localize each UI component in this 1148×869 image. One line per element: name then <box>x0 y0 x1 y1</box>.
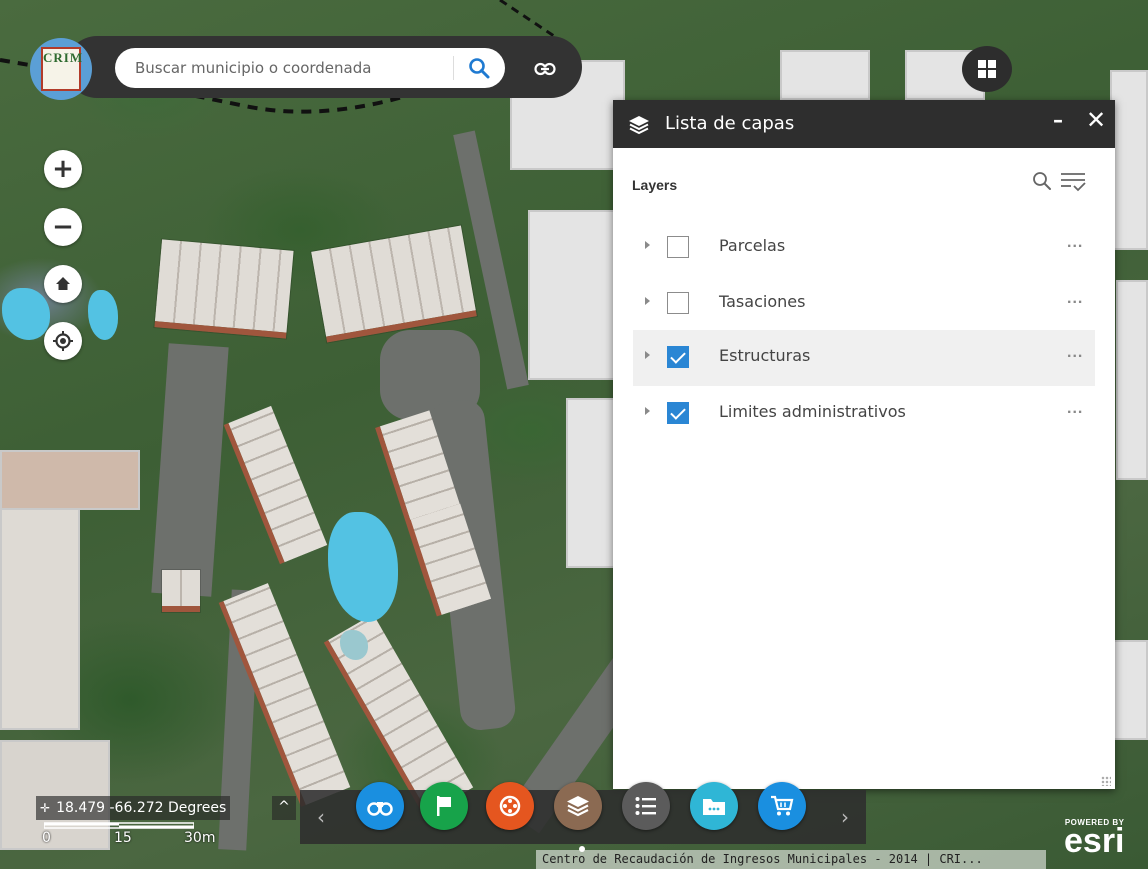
cart-icon <box>771 795 794 816</box>
expand-caret-icon[interactable] <box>645 241 650 249</box>
search-divider <box>453 56 454 80</box>
layer-row-estructuras[interactable]: Estructuras ... <box>633 330 1095 386</box>
search-icon[interactable] <box>1031 170 1053 192</box>
esri-logo[interactable]: POWERED BY esri <box>1064 818 1125 860</box>
locate-button[interactable] <box>44 322 82 360</box>
scale-label-start: 0 <box>42 830 51 846</box>
media-button[interactable] <box>486 782 534 830</box>
legend-button[interactable] <box>622 782 670 830</box>
list-icon <box>635 797 656 815</box>
layers-toolbar <box>1031 170 1087 194</box>
panel-header: Lista de capas – ✕ <box>613 100 1115 148</box>
bookmark-flag-button[interactable] <box>420 782 468 830</box>
layers-icon <box>627 114 651 141</box>
filter-list-icon[interactable] <box>1059 170 1087 194</box>
close-button[interactable]: ✕ <box>1083 106 1109 136</box>
layer-name: Limites administrativos <box>719 402 906 421</box>
search-icon <box>469 58 490 79</box>
layer-checkbox[interactable] <box>667 292 689 314</box>
locate-icon <box>53 331 73 351</box>
layer-list-panel: Lista de capas – ✕ Layers Parcelas ... T… <box>613 100 1115 789</box>
folder-icon <box>703 799 725 815</box>
crim-logo[interactable]: CRIM <box>30 38 92 100</box>
shopping-cart-button[interactable] <box>758 782 806 830</box>
layer-more-options[interactable]: ... <box>1067 344 1083 362</box>
expand-caret-icon[interactable] <box>645 407 650 415</box>
layer-checkbox[interactable] <box>667 402 689 424</box>
binoculars-button[interactable] <box>356 782 404 830</box>
file-folder-button[interactable] <box>690 782 738 830</box>
layer-row-tasaciones[interactable]: Tasaciones ... <box>633 276 1095 332</box>
expand-caret-icon[interactable] <box>645 351 650 359</box>
search-button[interactable] <box>463 52 495 84</box>
layer-more-options[interactable]: ... <box>1067 234 1083 252</box>
link-icon <box>534 62 556 76</box>
scale-bar <box>44 822 194 829</box>
coordinate-toggle-button[interactable]: ^ <box>272 796 296 820</box>
coordinate-text: 18.479 -66.272 Degrees <box>56 800 227 816</box>
logo-mark: CRIM <box>41 47 82 91</box>
search-box <box>115 48 505 88</box>
share-link-button[interactable] <box>526 50 564 88</box>
layer-row-parcelas[interactable]: Parcelas ... <box>633 220 1095 276</box>
panel-title: Lista de capas <box>665 113 795 134</box>
layer-checkbox[interactable] <box>667 346 689 368</box>
binoculars-icon <box>367 802 393 816</box>
coordinate-readout: ✛ 18.479 -66.272 Degrees <box>36 796 231 820</box>
layer-checkbox[interactable] <box>667 236 689 258</box>
scale-label-end: 30m <box>184 830 216 846</box>
zoom-out-button[interactable]: − <box>44 208 82 246</box>
scale-label-mid: 15 <box>114 830 132 846</box>
toolbar-next-button[interactable]: › <box>824 790 866 844</box>
grid-icon <box>978 60 996 78</box>
flag-icon <box>437 796 451 816</box>
layer-name: Tasaciones <box>719 292 806 311</box>
search-input[interactable] <box>135 48 455 88</box>
map-attribution: Centro de Recaudación de Ingresos Munici… <box>536 850 1046 869</box>
home-icon <box>56 277 70 290</box>
layer-name: Parcelas <box>719 236 786 255</box>
layers-section-label: Layers <box>632 177 678 193</box>
toolbar-prev-button[interactable]: ‹ <box>300 790 342 844</box>
apps-grid-button[interactable] <box>962 46 1012 92</box>
layer-more-options[interactable]: ... <box>1067 400 1083 418</box>
film-reel-icon <box>499 795 521 817</box>
crosshair-icon: ✛ <box>40 801 51 815</box>
minimize-button[interactable]: – <box>1047 108 1069 136</box>
zoom-in-button[interactable]: + <box>44 150 82 188</box>
resize-handle[interactable] <box>1101 776 1111 786</box>
esri-wordmark: esri <box>1064 822 1125 860</box>
layer-name: Estructuras <box>719 346 811 365</box>
layer-list-button[interactable] <box>554 782 602 830</box>
layer-more-options[interactable]: ... <box>1067 290 1083 308</box>
layer-row-limites-administrativos[interactable]: Limites administrativos ... <box>633 386 1095 442</box>
home-button[interactable] <box>44 265 82 303</box>
expand-caret-icon[interactable] <box>645 297 650 305</box>
layers-icon <box>567 796 589 817</box>
